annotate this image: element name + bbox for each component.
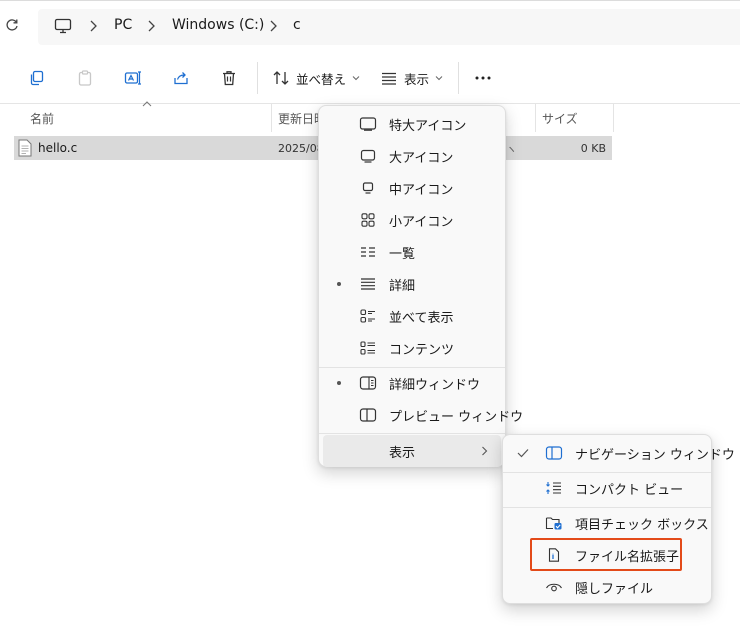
check-icon [517, 449, 529, 458]
trash-icon [223, 71, 235, 86]
copy-button[interactable] [28, 66, 46, 90]
menu-item-tiles[interactable]: 並べて表示 [319, 300, 505, 332]
menu-separator [319, 433, 505, 434]
view-label: 表示 [404, 71, 430, 87]
menu-item-label: 並べて表示 [389, 311, 454, 326]
menu-item-item-checkboxes[interactable]: 項目チェック ボックス [503, 507, 711, 539]
breadcrumb[interactable] [38, 9, 740, 45]
clipboard-icon [78, 70, 92, 86]
more-options-button[interactable] [474, 66, 492, 90]
details-icon [361, 278, 375, 290]
menu-item-compact-view[interactable]: コンパクト ビュー [503, 472, 711, 504]
paste-button[interactable] [76, 66, 94, 90]
menu-item-details[interactable]: 詳細 [319, 268, 505, 300]
checkbox-folder-icon [545, 517, 562, 530]
menu-item-hidden-items[interactable]: 隠しファイル [503, 571, 711, 603]
toolbar-divider [458, 62, 459, 94]
menu-item-medium-icons[interactable]: 中アイコン [319, 172, 505, 204]
content-icon [360, 341, 375, 355]
eye-icon [546, 583, 562, 592]
list-icon [361, 247, 375, 257]
view-button[interactable]: 表示 [380, 66, 443, 90]
file-modified: 2025/08 [278, 142, 318, 155]
refresh-icon[interactable] [4, 17, 20, 33]
nav-pane-icon [545, 446, 563, 460]
chevron-right-icon [482, 446, 488, 456]
address-bar: PC Windows (C:) c [0, 0, 740, 52]
menu-item-label: 中アイコン [389, 183, 454, 198]
toolbar-divider [257, 62, 258, 94]
text-file-icon [18, 139, 32, 157]
menu-item-label: 表示 [389, 446, 416, 461]
highlight-box [530, 538, 682, 571]
details-pane-icon [359, 376, 377, 390]
delete-button[interactable] [220, 66, 238, 90]
menu-item-label: コンテンツ [389, 343, 455, 358]
menu-item-extra-large-icons[interactable]: 特大アイコン [319, 108, 505, 140]
file-row[interactable]: hello.c 2025/08 ヽ 0 KB [14, 136, 612, 160]
chevron-right-icon[interactable] [268, 20, 278, 32]
view-menu: 特大アイコン 大アイコン 中アイコン 小アイコン 一覧 詳細 並べて表示 コンテ… [318, 105, 523, 467]
menu-item-label: 一覧 [389, 247, 416, 262]
preview-pane-icon [359, 408, 377, 422]
menu-item-label: プレビュー ウィンドウ [389, 410, 524, 425]
menu-item-preview-pane[interactable]: プレビュー ウィンドウ [319, 399, 523, 431]
breadcrumb-item-pc[interactable]: PC [114, 17, 132, 33]
file-name: hello.c [38, 141, 78, 155]
menu-item-label: 詳細ウィンドウ [389, 378, 481, 393]
column-header-name[interactable]: 名前 [30, 104, 54, 132]
column-divider[interactable] [613, 104, 614, 132]
menu-item-label: ナビゲーション ウィンドウ [575, 448, 735, 463]
command-bar: 並べ替え 表示 [0, 52, 740, 104]
compact-view-icon [546, 482, 561, 494]
show-submenu: ナビゲーション ウィンドウ コンパクト ビュー 項目チェック ボックス ファイル… [502, 434, 735, 604]
menu-item-label: 特大アイコン [389, 119, 467, 134]
rename-button[interactable] [124, 66, 142, 90]
monitor-small-icon [362, 182, 374, 194]
grid-icon [361, 213, 375, 227]
monitor-large-icon [359, 117, 377, 131]
details-view-icon [382, 72, 396, 85]
menu-item-navigation-pane[interactable]: ナビゲーション ウィンドウ [503, 437, 735, 469]
column-divider[interactable] [271, 104, 272, 132]
breadcrumb-item-drive[interactable]: Windows (C:) [172, 17, 264, 33]
menu-item-label: 詳細 [389, 279, 416, 294]
rename-icon [124, 71, 141, 85]
sort-button[interactable]: 並べ替え [272, 66, 360, 90]
sort-label: 並べ替え [296, 71, 347, 87]
share-button[interactable] [172, 66, 190, 90]
monitor-icon [360, 149, 376, 163]
chevron-down-icon [352, 76, 360, 81]
menu-item-label: 項目チェック ボックス [575, 518, 709, 533]
sort-icon [273, 71, 289, 85]
tiles-icon [360, 309, 375, 323]
menu-item-small-icons[interactable]: 小アイコン [319, 204, 505, 236]
menu-item-label: 大アイコン [389, 151, 454, 166]
chevron-down-icon [435, 76, 443, 81]
menu-item-label: コンパクト ビュー [575, 483, 684, 498]
menu-item-details-pane[interactable]: 詳細ウィンドウ [319, 367, 505, 399]
menu-item-show[interactable]: 表示 [323, 435, 501, 467]
menu-item-label: 小アイコン [389, 215, 454, 230]
file-type-fragment: ヽ [506, 143, 517, 156]
menu-item-content[interactable]: コンテンツ [319, 332, 505, 364]
breadcrumb-item-folder[interactable]: c [293, 17, 301, 33]
share-icon [174, 72, 188, 85]
menu-item-large-icons[interactable]: 大アイコン [319, 140, 505, 172]
menu-item-label: 隠しファイル [575, 582, 654, 597]
chevron-right-icon[interactable] [88, 20, 98, 32]
menu-item-list[interactable]: 一覧 [319, 236, 505, 268]
copy-icon [30, 70, 44, 86]
selected-dot-icon [337, 282, 341, 286]
selected-dot-icon [337, 381, 341, 385]
this-pc-icon[interactable] [54, 18, 72, 34]
file-size: 0 KB [580, 142, 606, 155]
more-icon [475, 76, 491, 80]
sort-ascending-icon [142, 101, 152, 107]
chevron-right-icon[interactable] [146, 20, 156, 32]
column-header-size[interactable]: サイズ [542, 104, 578, 132]
column-divider[interactable] [535, 104, 536, 132]
